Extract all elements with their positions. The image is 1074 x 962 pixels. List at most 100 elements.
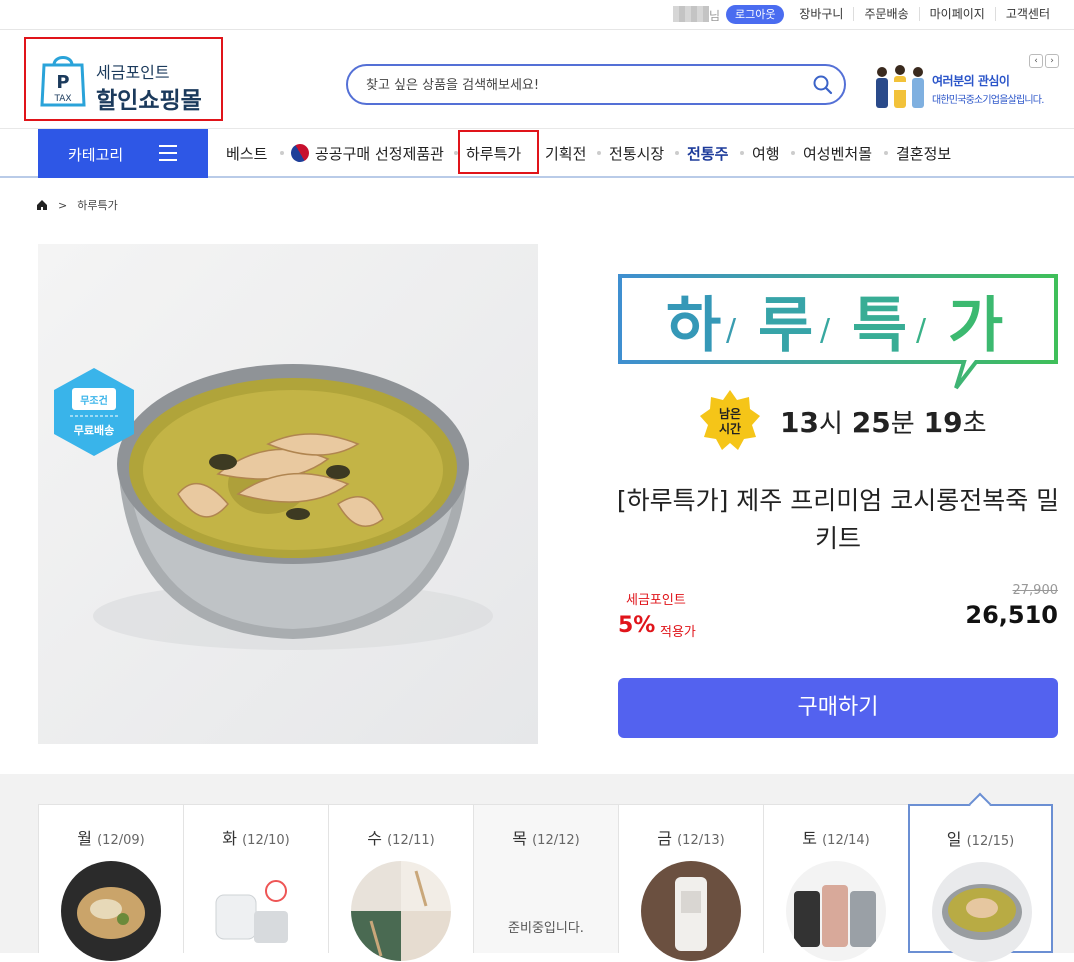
svg-text:루: 루	[758, 291, 813, 361]
day-tab-tuesday[interactable]: 화 (12/10)	[183, 804, 328, 961]
day-thumbnail	[351, 861, 451, 961]
svg-text:무조건: 무조건	[80, 394, 108, 407]
category-button[interactable]: 카테고리	[38, 129, 208, 178]
site-logo[interactable]: P TAX 세금포인트 할인쇼핑몰	[24, 37, 223, 121]
home-icon[interactable]	[36, 199, 48, 211]
nav-separator	[675, 151, 679, 155]
banner-pager: ‹ ›	[1029, 54, 1059, 68]
nav-item-wedding-info[interactable]: 결혼정보	[896, 143, 951, 164]
chevron-right-icon: >	[58, 198, 68, 212]
svg-text:/: /	[726, 313, 737, 348]
day-tab-sunday[interactable]: 일 (12/15)	[908, 792, 1053, 962]
daily-deal-title: 하 / 루 / 특 / 가	[618, 274, 1058, 390]
hours-unit: 시	[818, 409, 843, 439]
day-thumbnail	[786, 861, 886, 961]
breadcrumb-current[interactable]: 하루특가	[77, 197, 117, 213]
user-suffix: 님	[709, 9, 721, 23]
day-label: 월 (12/09)	[77, 829, 145, 848]
svg-text:특: 특	[852, 291, 907, 361]
cart-link[interactable]: 장바구니	[789, 7, 853, 21]
nav-separator	[740, 151, 744, 155]
banner-line2: 대한민국중소기업을살립니다.	[932, 95, 1044, 106]
svg-text:가: 가	[948, 291, 1003, 361]
nav-highlight-frame	[458, 130, 539, 174]
day-label: 금 (12/13)	[657, 829, 725, 848]
day-thumbnail	[206, 861, 306, 961]
svg-text:하: 하	[666, 291, 721, 361]
nav-item-traditional-liquor[interactable]: 전통주	[687, 143, 728, 164]
day-tab-wednesday[interactable]: 수 (12/11)	[328, 804, 473, 961]
porridge-bowl-image	[93, 364, 493, 650]
day-tab-thursday[interactable]: 목 (12/12) 준비중입니다.	[473, 804, 618, 953]
free-shipping-badge: 무조건 무료배송	[54, 368, 134, 456]
countdown-seconds: 19	[923, 406, 963, 439]
nav-item-public-procurement-label: 공공구매 선정제품관	[315, 145, 444, 163]
nav-separator	[280, 151, 284, 155]
nav-item-travel[interactable]: 여행	[752, 143, 780, 164]
nav-separator	[884, 151, 888, 155]
user-name-masked	[673, 6, 709, 22]
search-icon[interactable]	[812, 74, 834, 96]
nav-separator	[791, 151, 795, 155]
logout-button[interactable]: 로그아웃	[726, 5, 785, 24]
category-label: 카테고리	[68, 146, 124, 164]
buy-button[interactable]: 구매하기	[618, 678, 1058, 738]
day-thumbnail	[641, 861, 741, 961]
tax-point-apply-label: 적용가	[660, 625, 696, 640]
day-label: 토 (12/14)	[802, 829, 870, 848]
remaining-time-badge: 남은 시간	[700, 390, 760, 450]
svg-text:무료배송: 무료배송	[74, 423, 114, 437]
search-input[interactable]	[366, 74, 786, 96]
day-thumbnail	[932, 862, 1032, 962]
sale-price: 26,510	[965, 601, 1058, 629]
search-bar	[346, 64, 846, 105]
day-tab-monday[interactable]: 월 (12/09)	[38, 804, 183, 961]
day-label: 화 (12/10)	[222, 829, 290, 848]
preparing-message: 준비중입니다.	[508, 921, 584, 936]
countdown-timer: 남은 시간 13시 25분 19초	[698, 388, 998, 452]
svg-text:P: P	[56, 72, 69, 93]
logo-line1: 세금포인트	[96, 63, 170, 82]
day-label: 일 (12/15)	[946, 830, 1015, 849]
svg-text:/: /	[916, 313, 927, 348]
countdown-minutes: 25	[851, 406, 891, 439]
hamburger-icon	[159, 145, 177, 161]
breadcrumb: > 하루특가	[36, 197, 118, 213]
svg-text:남은: 남은	[719, 406, 741, 421]
nav-item-traditional-market[interactable]: 전통시장	[609, 143, 664, 164]
minutes-unit: 분	[890, 409, 915, 439]
people-illustration-icon	[876, 65, 924, 108]
countdown-value: 13시 25분 19초	[780, 403, 986, 440]
nav-item-public-procurement[interactable]: 공공구매 선정제품관	[287, 140, 444, 166]
product-title[interactable]: [하루특가] 제주 프리미엄 코시롱전복죽 밀키트	[610, 482, 1066, 558]
tax-point-percent: 5%	[618, 613, 656, 638]
banner-next-button[interactable]: ›	[1045, 54, 1059, 68]
shopping-bag-icon: P TAX	[40, 56, 86, 107]
day-label: 목 (12/12)	[512, 829, 580, 848]
day-tab-saturday[interactable]: 토 (12/14)	[763, 804, 908, 961]
tax-point-label: 세금포인트	[626, 593, 686, 608]
korea-flag-icon	[287, 140, 313, 166]
utility-bar: 님 로그아웃 장바구니 주문배송 마이페이지 고객센터	[0, 0, 1074, 30]
utility-links: 장바구니 주문배송 마이페이지 고객센터	[789, 7, 1060, 21]
svg-text:TAX: TAX	[53, 94, 71, 104]
nav-item-exhibition[interactable]: 기획전	[545, 143, 586, 164]
day-thumbnail	[61, 861, 161, 961]
day-tab-friday[interactable]: 금 (12/13)	[618, 804, 763, 961]
nav-item-best[interactable]: 베스트	[226, 143, 267, 164]
mypage-link[interactable]: 마이페이지	[918, 7, 995, 21]
logo-line2: 할인쇼핑몰	[96, 88, 202, 114]
seconds-unit: 초	[962, 409, 987, 439]
weekly-deals-tabs: 월 (12/09) 화 (12/10) 수 (12/11) 목 (12/12) …	[38, 792, 1054, 962]
nav-separator	[597, 151, 601, 155]
banner-line1: 여러분의 관심이	[932, 74, 1010, 88]
customer-center-link[interactable]: 고객센터	[994, 7, 1060, 21]
product-image[interactable]	[38, 244, 538, 744]
day-label: 수 (12/11)	[367, 829, 435, 848]
banner-prev-button[interactable]: ‹	[1029, 54, 1043, 68]
svg-text:시간: 시간	[719, 421, 741, 436]
original-price: 27,900	[1012, 583, 1059, 598]
nav-item-women-venture[interactable]: 여성벤처몰	[803, 143, 872, 164]
order-delivery-link[interactable]: 주문배송	[853, 7, 918, 21]
svg-text:/: /	[820, 313, 831, 348]
